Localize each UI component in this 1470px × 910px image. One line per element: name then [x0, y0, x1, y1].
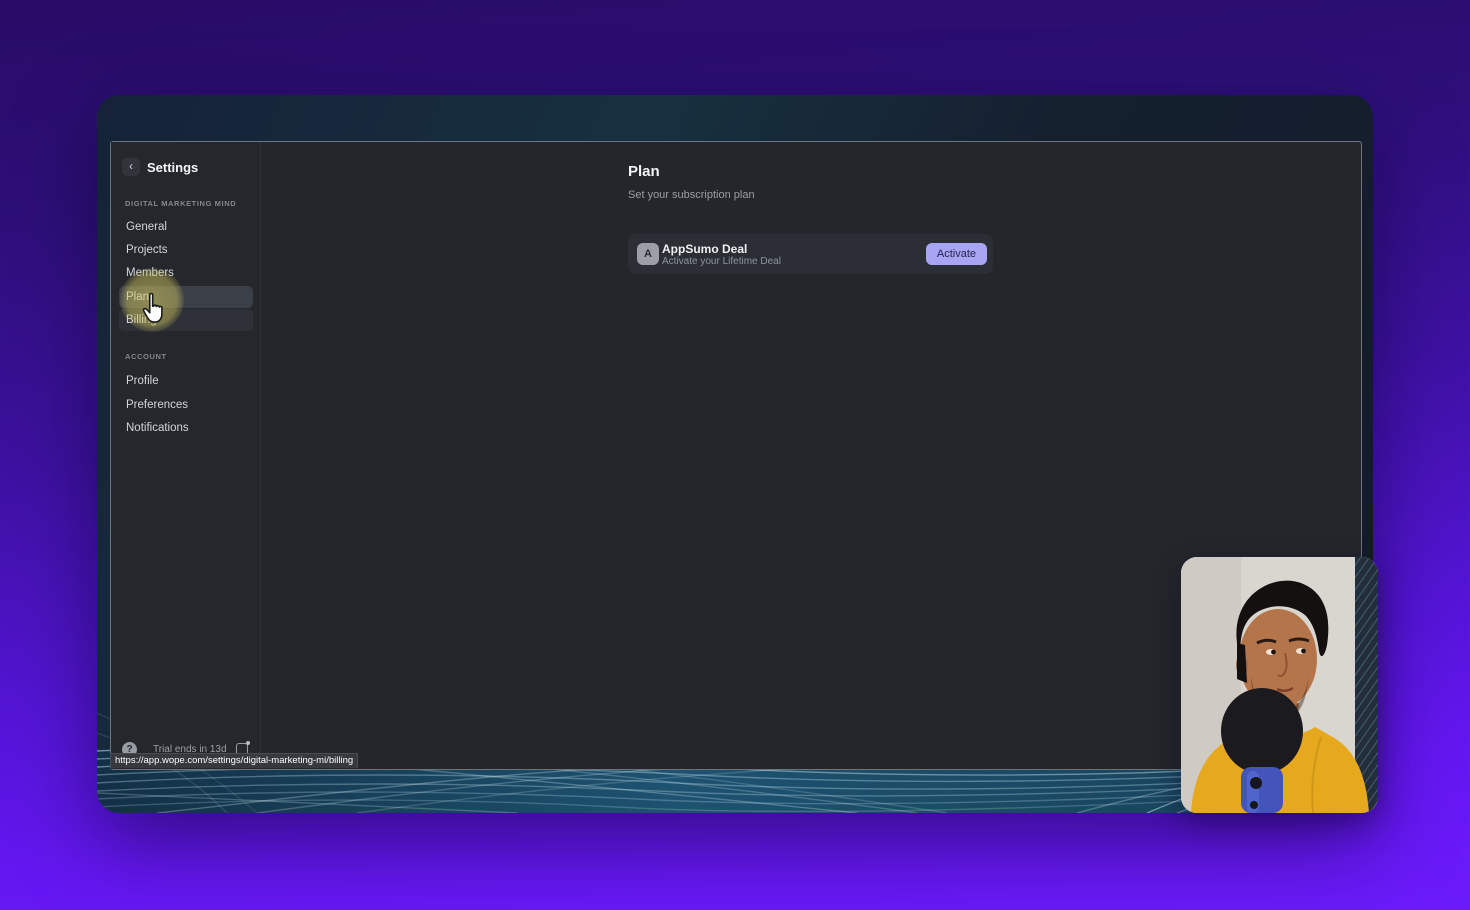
page-subtitle: Set your subscription plan: [628, 189, 755, 201]
back-button[interactable]: ‹: [122, 158, 140, 176]
appsumo-icon: A: [637, 243, 659, 265]
sidebar-item-projects[interactable]: Projects: [119, 239, 253, 261]
appsumo-deal-card: A AppSumo Deal Activate your Lifetime De…: [628, 234, 993, 274]
deal-subtitle: Activate your Lifetime Deal: [662, 256, 781, 267]
webcam-overlay: [1181, 557, 1378, 813]
sidebar-item-members[interactable]: Members: [119, 262, 253, 284]
settings-sidebar: ‹ Settings DIGITAL MARKETING MIND Genera…: [111, 142, 261, 769]
link-preview-statusbar: https://app.wope.com/settings/digital-ma…: [110, 753, 358, 768]
settings-panel: ‹ Settings DIGITAL MARKETING MIND Genera…: [110, 141, 1362, 770]
sidebar-title: Settings: [147, 160, 198, 175]
account-section-label: ACCOUNT: [125, 352, 167, 361]
workspace-section-label: DIGITAL MARKETING MIND: [125, 199, 236, 208]
sidebar-item-profile[interactable]: Profile: [119, 370, 253, 392]
hand-cursor-icon: [139, 291, 169, 325]
sidebar-item-general[interactable]: General: [119, 216, 253, 238]
activate-button[interactable]: Activate: [926, 243, 987, 265]
sidebar-item-preferences[interactable]: Preferences: [119, 394, 253, 416]
presenter-portrait: [1181, 557, 1378, 813]
sidebar-item-notifications[interactable]: Notifications: [119, 417, 253, 439]
page-title: Plan: [628, 163, 660, 180]
deal-title: AppSumo Deal: [662, 242, 747, 256]
